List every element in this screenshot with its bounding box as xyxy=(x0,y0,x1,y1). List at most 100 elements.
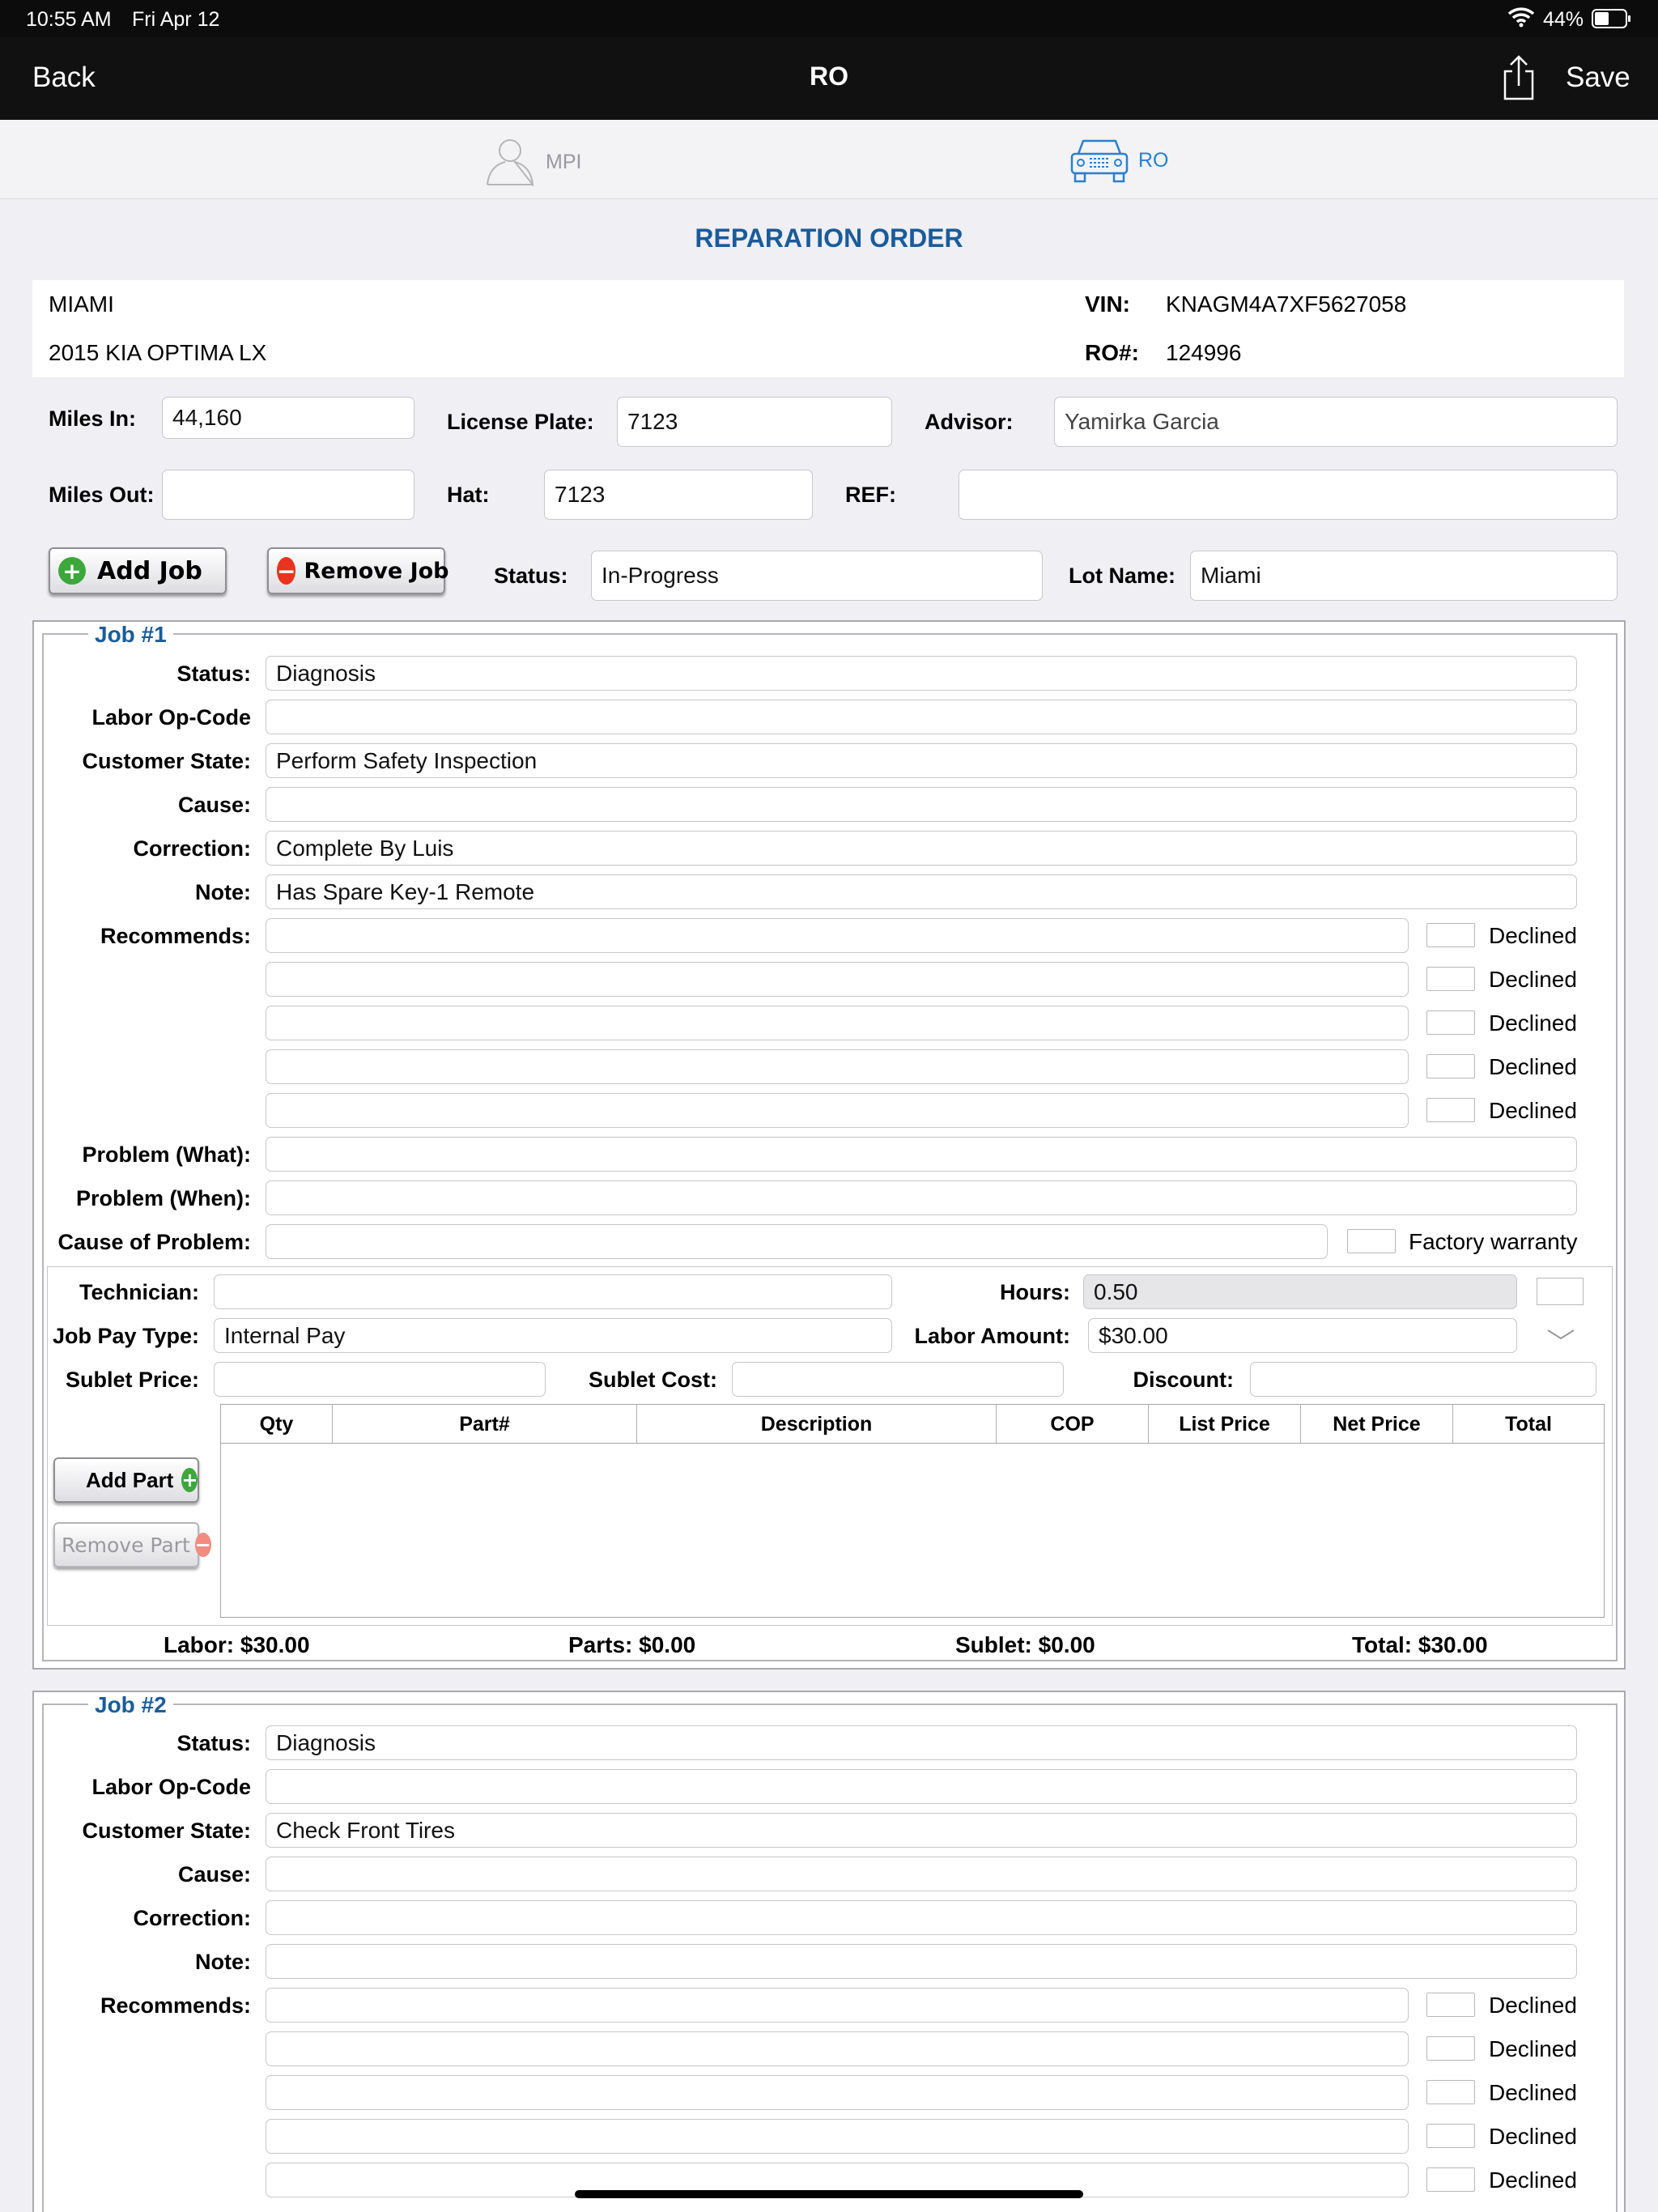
job-2-cause-label: Cause: xyxy=(177,1862,251,1887)
vehicle-model: 2015 KIA OPTIMA LX xyxy=(49,340,267,365)
add-part-button[interactable]: Add Part + xyxy=(53,1457,199,1503)
remove-job-button[interactable]: − Remove Job xyxy=(267,547,449,594)
job-2-status-label: Status: xyxy=(176,1731,251,1755)
job-1-correction-label: Correction: xyxy=(133,836,251,861)
job-1-declined-checkbox[interactable] xyxy=(1426,923,1475,947)
sublet-price-label: Sublet Price: xyxy=(65,1368,199,1392)
remove-part-button[interactable]: Remove Part − xyxy=(53,1522,211,1568)
job-2-customer-state-label: Customer State: xyxy=(82,1819,251,1843)
parts-table-header: Qty Part# Description COP List Price Net… xyxy=(221,1405,1604,1444)
discount-field[interactable] xyxy=(1250,1362,1596,1397)
job-2-labor-op-label: Labor Op-Code xyxy=(91,1775,252,1799)
vin-label: VIN: xyxy=(1085,291,1130,317)
save-button[interactable]: Save xyxy=(1566,62,1630,94)
ref-label: REF: xyxy=(845,483,896,507)
parts-col-cop: COP xyxy=(997,1405,1149,1444)
job-2-recommend-field[interactable] xyxy=(266,1988,1409,2023)
status-label: Status: xyxy=(494,564,568,588)
add-part-label: Add Part xyxy=(86,1467,174,1492)
hours-checkbox[interactable] xyxy=(1537,1278,1584,1305)
vin-value: KNAGM4A7XF5627058 xyxy=(1166,291,1407,317)
job-2-labor-op-field[interactable] xyxy=(266,1769,1577,1804)
technician-field[interactable] xyxy=(214,1274,892,1309)
job-1-declined-checkbox[interactable] xyxy=(1426,1054,1475,1078)
sublet-cost-field[interactable] xyxy=(732,1362,1064,1397)
advisor-field[interactable]: Yamirka Garcia xyxy=(1054,397,1618,447)
job-1-cause-problem-field[interactable] xyxy=(266,1224,1328,1259)
segment-bar: MPI RO xyxy=(0,120,1658,199)
job-pay-type-field[interactable]: Internal Pay xyxy=(214,1318,892,1353)
job-2-note-field[interactable] xyxy=(266,1944,1577,1979)
job-2-status-field[interactable]: Diagnosis xyxy=(266,1725,1577,1760)
chevron-down-icon[interactable] xyxy=(1546,1328,1575,1345)
job-1-customer-state-field[interactable]: Perform Safety Inspection xyxy=(266,743,1577,778)
add-job-button[interactable]: + Add Job xyxy=(49,547,227,594)
job-1-recommend-field[interactable] xyxy=(266,1006,1409,1040)
job-1-cause-field[interactable] xyxy=(266,787,1577,822)
miles-out-field[interactable] xyxy=(162,470,414,520)
job-1-declined-checkbox[interactable] xyxy=(1426,1010,1475,1035)
job-2-declined-checkbox[interactable] xyxy=(1426,2167,1475,2192)
job-2-cause-field[interactable] xyxy=(266,1857,1577,1891)
job-2-declined-checkbox[interactable] xyxy=(1426,2036,1475,2061)
job-1-labor-op-field[interactable] xyxy=(266,700,1577,734)
job-1-customer-state-label: Customer State: xyxy=(82,749,251,773)
advisor-label: Advisor: xyxy=(925,410,1014,434)
hours-field[interactable]: 0.50 xyxy=(1083,1274,1517,1309)
job-1-declined-label: Declined xyxy=(1489,967,1577,992)
job-2-declined-checkbox[interactable] xyxy=(1426,2080,1475,2104)
tab-mpi[interactable]: MPI xyxy=(484,134,581,190)
tab-ro[interactable]: RO xyxy=(1069,134,1169,187)
lot-name-label: Lot Name: xyxy=(1069,564,1176,588)
vehicle-location: MIAMI xyxy=(49,291,114,317)
share-icon[interactable] xyxy=(1503,55,1535,104)
job-1-recommend-field[interactable] xyxy=(266,1093,1409,1128)
home-indicator[interactable] xyxy=(575,2190,1083,2198)
job-1-recommend-field[interactable] xyxy=(266,962,1409,997)
job-1-declined-label: Declined xyxy=(1489,1010,1577,1036)
job-1-declined-checkbox[interactable] xyxy=(1426,1098,1475,1122)
car-front-icon xyxy=(1069,134,1130,187)
hat-field[interactable]: 7123 xyxy=(544,470,813,520)
plus-icon: + xyxy=(181,1468,198,1492)
job-1-status-field[interactable]: Diagnosis xyxy=(266,656,1577,691)
ref-field[interactable] xyxy=(959,470,1618,520)
labor-amount-field[interactable]: $30.00 xyxy=(1088,1318,1517,1353)
job-1-declined-label: Declined xyxy=(1489,1098,1577,1123)
miles-in-label: Miles In: xyxy=(49,406,137,431)
job-1-correction-field[interactable]: Complete By Luis xyxy=(266,831,1577,866)
job-2-correction-field[interactable] xyxy=(266,1900,1577,1935)
license-plate-field[interactable]: 7123 xyxy=(617,397,892,447)
sublet-price-field[interactable] xyxy=(214,1362,546,1397)
job-1-problem-what-label: Problem (What): xyxy=(82,1142,252,1167)
hours-label: Hours: xyxy=(1000,1280,1070,1304)
factory-warranty-checkbox[interactable] xyxy=(1347,1229,1396,1253)
parts-col-net-price: Net Price xyxy=(1301,1405,1453,1444)
job-1-recommend-field[interactable] xyxy=(266,918,1409,953)
license-plate-label: License Plate: xyxy=(447,410,594,434)
vehicle-info-panel: MIAMI 2015 KIA OPTIMA LX VIN: KNAGM4A7XF… xyxy=(32,280,1624,377)
miles-in-field[interactable]: 44,160 xyxy=(162,397,414,439)
page-title: REPARATION ORDER xyxy=(695,223,963,253)
job-2-title: Job #2 xyxy=(88,1692,173,1718)
job-1-declined-checkbox[interactable] xyxy=(1426,967,1475,991)
job-1-recommend-field[interactable] xyxy=(266,1049,1409,1084)
parts-table: Qty Part# Description COP List Price Net… xyxy=(220,1404,1605,1618)
job-2-declined-checkbox[interactable] xyxy=(1426,1993,1475,2017)
job-2-recommend-field[interactable] xyxy=(266,2119,1409,2154)
job-2-declined-label: Declined xyxy=(1489,2036,1577,2061)
lot-name-field[interactable]: Miami xyxy=(1190,551,1618,601)
job-1-labor-op-label: Labor Op-Code xyxy=(91,705,252,730)
back-button[interactable]: Back xyxy=(32,62,96,94)
job-2-customer-state-field[interactable]: Check Front Tires xyxy=(266,1813,1577,1848)
job-2-recommend-field[interactable] xyxy=(266,2031,1409,2066)
job-1-note-field[interactable]: Has Spare Key-1 Remote xyxy=(266,874,1577,909)
job-1-problem-when-field[interactable] xyxy=(266,1180,1577,1215)
ro-number-value: 124996 xyxy=(1166,340,1242,365)
miles-out-label: Miles Out: xyxy=(49,483,155,507)
job-1-problem-what-field[interactable] xyxy=(266,1137,1577,1172)
job-1-declined-label: Declined xyxy=(1489,923,1577,948)
job-2-declined-checkbox[interactable] xyxy=(1426,2124,1475,2148)
job-2-recommend-field[interactable] xyxy=(266,2075,1409,2110)
status-field[interactable]: In-Progress xyxy=(591,551,1043,601)
